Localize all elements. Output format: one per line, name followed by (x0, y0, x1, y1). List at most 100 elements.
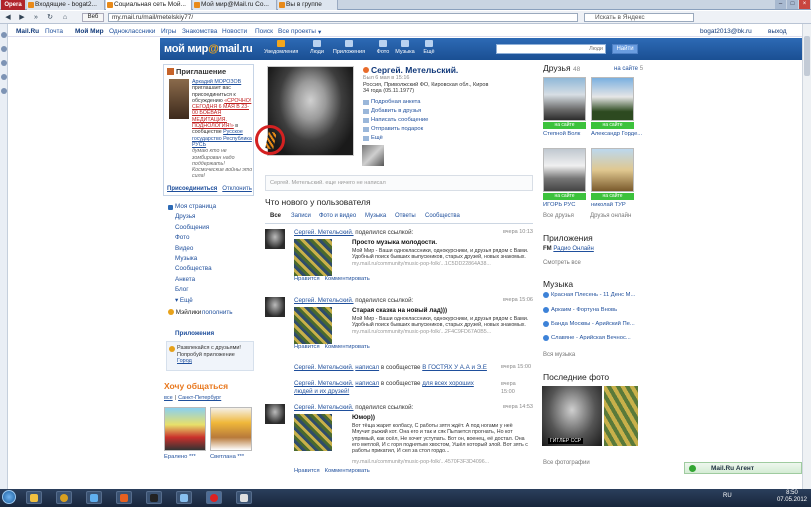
post-url[interactable]: my.mail.ru/community/music-pop-folk/...4… (352, 459, 489, 465)
like-button[interactable]: Нравится (294, 468, 320, 474)
moimir-logo[interactable]: мой мир@mail.ru (164, 43, 253, 55)
nav-notifications[interactable]: Уведомления (264, 40, 298, 55)
taskbar-app[interactable] (176, 491, 192, 504)
music-track[interactable]: Красная Плесень - 11 Денс М... (543, 292, 635, 298)
scrollbar-thumb[interactable] (804, 36, 810, 76)
author-link[interactable]: Сергей. Метельский. (294, 380, 354, 387)
promo-app-link[interactable]: Город (177, 358, 192, 364)
all-friends-link[interactable]: Все друзья (543, 213, 574, 219)
browser-tab-group[interactable]: Вы в группе (278, 0, 338, 10)
post-thumbnail[interactable] (294, 307, 332, 344)
post-thumbnail[interactable] (294, 414, 332, 451)
post-title[interactable]: Старая сказка на новый лад))) (352, 307, 447, 314)
nav-profile[interactable]: Анкета (168, 275, 254, 285)
hochu-tab-spb[interactable]: Санкт-Петербург (178, 395, 221, 401)
written-link[interactable]: написал (355, 380, 379, 387)
nav-music[interactable]: Музыка (168, 254, 254, 264)
app-radio[interactable]: FM Радио Онлайн (543, 246, 594, 252)
tab-music[interactable]: Музыка (365, 213, 386, 219)
decline-button[interactable]: Отклонить (222, 186, 252, 192)
friend-photo[interactable] (543, 148, 586, 192)
menu-mailru[interactable]: Mail.Ru (16, 28, 39, 35)
close-icon[interactable]: × (799, 0, 810, 9)
opera-menu-button[interactable]: Opera (1, 0, 25, 10)
all-apps-link[interactable]: Смотреть все (543, 260, 581, 266)
back-arrow-icon[interactable]: ◀ (3, 13, 13, 22)
taskbar-app[interactable] (56, 491, 72, 504)
taskbar-explorer[interactable] (26, 491, 42, 504)
music-track[interactable]: Славяне - Арийская Вечнос... (543, 335, 631, 341)
user-email[interactable]: bogat2013@bk.ru (700, 28, 752, 35)
menu-dating[interactable]: Знакомства (182, 28, 217, 35)
join-button[interactable]: Присоединиться (167, 186, 217, 192)
nav-friends[interactable]: Друзья (168, 212, 254, 222)
author-link[interactable]: Сергей. Метельский. (294, 364, 354, 371)
people-search-input[interactable]: Люди (496, 44, 606, 54)
maximize-icon[interactable]: □ (787, 0, 798, 9)
nav-more[interactable]: Ещё (416, 40, 442, 55)
author-link[interactable]: Сергей. Метельский. (294, 297, 354, 304)
community-link[interactable]: В ГОСТЯХ У А.А и Э.Е (422, 364, 487, 371)
nav-people[interactable]: Люди (304, 40, 330, 55)
author-avatar[interactable] (265, 404, 285, 424)
post-title[interactable]: Просто музыка молодости. (352, 239, 437, 246)
chevron-down-icon[interactable]: ▾ (318, 28, 321, 36)
send-message-link[interactable]: Написать сообщение (363, 116, 428, 125)
contacts-icon[interactable] (0, 60, 7, 66)
nav-more[interactable]: ▾ Ещё (168, 296, 254, 306)
replenish-link[interactable]: пополнить (202, 309, 233, 316)
friend-name[interactable]: николай ТУР (591, 202, 626, 208)
start-button[interactable] (2, 490, 16, 504)
mailru-agent-bar[interactable]: Mail.Ru Агент (684, 462, 802, 474)
friends-online-link[interactable]: Друзья онлайн (590, 213, 631, 219)
minimize-icon[interactable]: – (775, 0, 786, 9)
like-button[interactable]: Нравится (294, 276, 320, 282)
author-avatar[interactable] (265, 297, 285, 317)
taskbar-opera[interactable] (206, 491, 222, 504)
nav-music[interactable]: Музыка (392, 40, 418, 55)
hochu-photo[interactable] (164, 407, 206, 451)
author-link[interactable]: Сергей. Метельский. (294, 229, 354, 236)
forward-arrow-icon[interactable]: ▶ (17, 13, 27, 22)
tab-communities[interactable]: Сообщества (425, 213, 460, 219)
written-link[interactable]: написал (355, 364, 379, 371)
find-button[interactable]: Найти (612, 44, 638, 54)
page-scrollbar[interactable] (802, 24, 811, 489)
author-link[interactable]: Сергей. Метельский. (294, 404, 354, 411)
like-button[interactable]: Нравится (294, 344, 320, 350)
bookmarks-icon[interactable] (0, 32, 7, 38)
menu-mail[interactable]: Почта (45, 28, 63, 35)
hochu-tab-all[interactable]: все (164, 395, 173, 401)
all-music-link[interactable]: Вся музыка (543, 352, 575, 358)
post-title[interactable]: Юмор)) (352, 414, 375, 421)
web-button[interactable]: Веб (82, 13, 104, 22)
send-gift-link[interactable]: Отправить подарок (363, 125, 428, 134)
status-field[interactable]: Сергей. Метельский. еще ничего не написа… (265, 175, 533, 191)
friend-photo[interactable] (591, 77, 634, 121)
taskbar-app[interactable] (86, 491, 102, 504)
taskbar-app[interactable] (116, 491, 132, 504)
last-photo[interactable]: ГИТЛЕР ССР (542, 386, 602, 446)
add-friend-link[interactable]: Добавить в друзья (363, 107, 428, 116)
home-icon[interactable]: ⌂ (60, 13, 70, 22)
music-track[interactable]: Банда Москвы - Арийский Пе... (543, 321, 635, 327)
clock[interactable]: 8:50 07.05.2012 (777, 490, 807, 504)
nav-my-page[interactable]: Моя страница (168, 202, 254, 212)
url-field[interactable]: my.mail.ru/mail/metelskiy77/ (108, 13, 578, 22)
hochu-name[interactable]: Ералено *** (164, 454, 196, 460)
tab-posts[interactable]: Записи (291, 213, 311, 219)
logout-link[interactable]: выход (768, 28, 787, 35)
nav-communities[interactable]: Сообщества (168, 264, 254, 274)
post-url[interactable]: my.mail.ru/community/music-pop-folk/...2… (352, 329, 491, 335)
browser-tab-social[interactable]: Социальная сеть Мой... (106, 0, 192, 10)
post-url[interactable]: my.mail.ru/community/music-pop-folk/...1… (352, 261, 491, 267)
yandex-search-field[interactable]: Искать в Яндекс (584, 13, 694, 22)
friend-name[interactable]: ИГОРЬ РУС (543, 202, 575, 208)
author-avatar[interactable] (265, 229, 285, 249)
more-actions-link[interactable]: Ещё (363, 134, 428, 143)
browser-tab-inbox[interactable]: Входящие - bogat2... (27, 0, 105, 10)
taskbar-app[interactable] (236, 491, 252, 504)
post-thumbnail[interactable] (294, 239, 332, 276)
detailed-profile-link[interactable]: Подробная анкета (363, 98, 428, 107)
apps-link[interactable]: Приложения (175, 330, 214, 337)
